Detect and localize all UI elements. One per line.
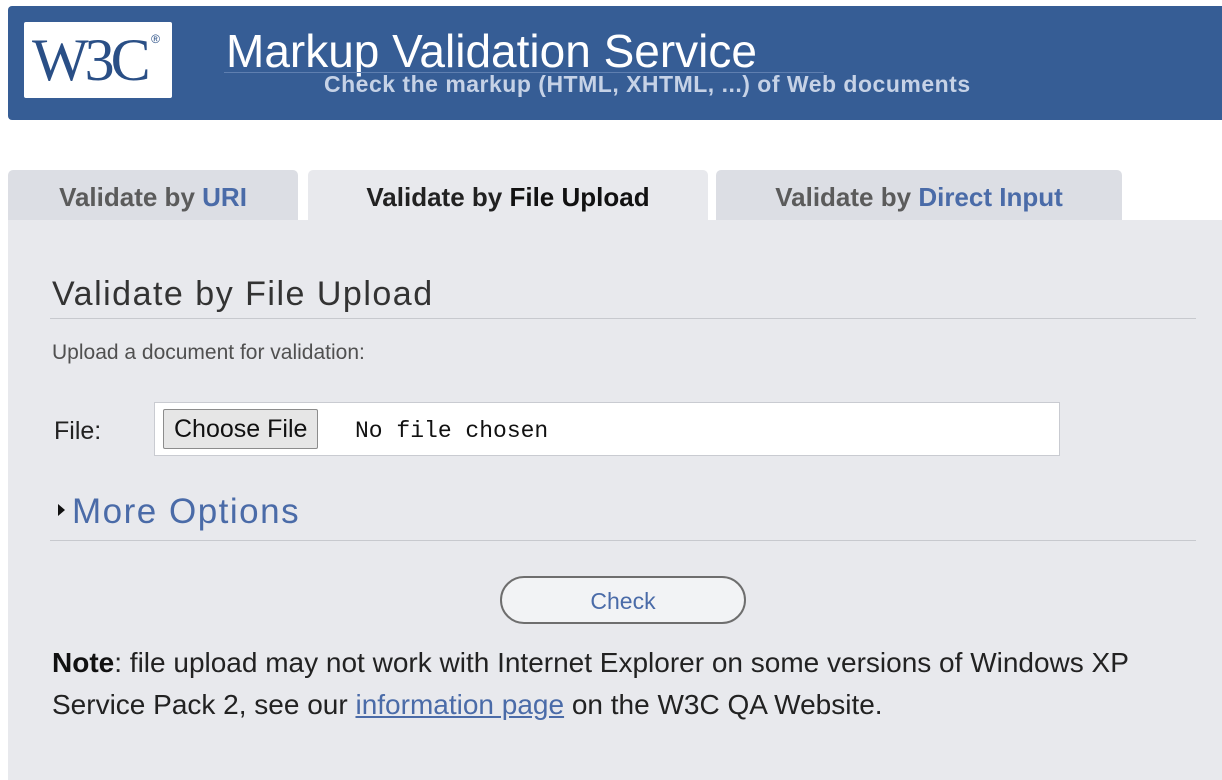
check-button[interactable]: Check <box>500 576 746 624</box>
upload-note: Note: file upload may not work with Inte… <box>52 642 1162 726</box>
tab-prefix: Validate by <box>775 182 919 212</box>
tab-validate-by-uri[interactable]: Validate by URI <box>8 170 298 220</box>
tab-prefix: Validate by <box>366 182 510 212</box>
note-label: Note <box>52 647 115 678</box>
more-options-label: More Options <box>72 492 301 531</box>
w3c-logo-text: W3C <box>32 27 151 93</box>
section-divider <box>50 318 1196 319</box>
page-subtitle: Check the markup (HTML, XHTML, ...) of W… <box>324 71 971 97</box>
choose-file-button[interactable]: Choose File <box>163 409 319 449</box>
tab-highlight: File Upload <box>509 182 650 212</box>
note-text-end: on the W3C QA Website. <box>564 689 883 720</box>
tab-prefix: Validate by <box>59 182 203 212</box>
section-title: Validate by File Upload <box>52 275 434 313</box>
registered-mark: ® <box>151 32 160 46</box>
triangle-right-icon <box>58 504 65 516</box>
no-file-chosen-text: No file chosen <box>355 418 549 444</box>
information-page-link[interactable]: information page <box>355 689 564 720</box>
upload-panel: Validate by File Upload Upload a documen… <box>8 220 1222 780</box>
w3c-logo[interactable]: W3C ® <box>24 22 172 98</box>
page-title: Markup Validation Service <box>226 25 757 77</box>
tab-validate-by-file-upload[interactable]: Validate by File Upload <box>308 170 708 222</box>
upload-description: Upload a document for validation: <box>52 341 365 364</box>
tab-highlight: URI <box>202 182 247 212</box>
more-options-toggle[interactable]: More Options <box>58 490 300 534</box>
tab-highlight: Direct Input <box>918 182 1063 212</box>
file-input[interactable]: Choose File No file chosen <box>154 402 1060 456</box>
page: W3C ® Markup Validation Service Check th… <box>0 0 1222 780</box>
options-divider <box>50 540 1196 541</box>
file-label: File: <box>54 417 102 445</box>
header-banner: W3C ® Markup Validation Service Check th… <box>8 6 1222 120</box>
tab-validate-by-direct-input[interactable]: Validate by Direct Input <box>716 170 1122 220</box>
